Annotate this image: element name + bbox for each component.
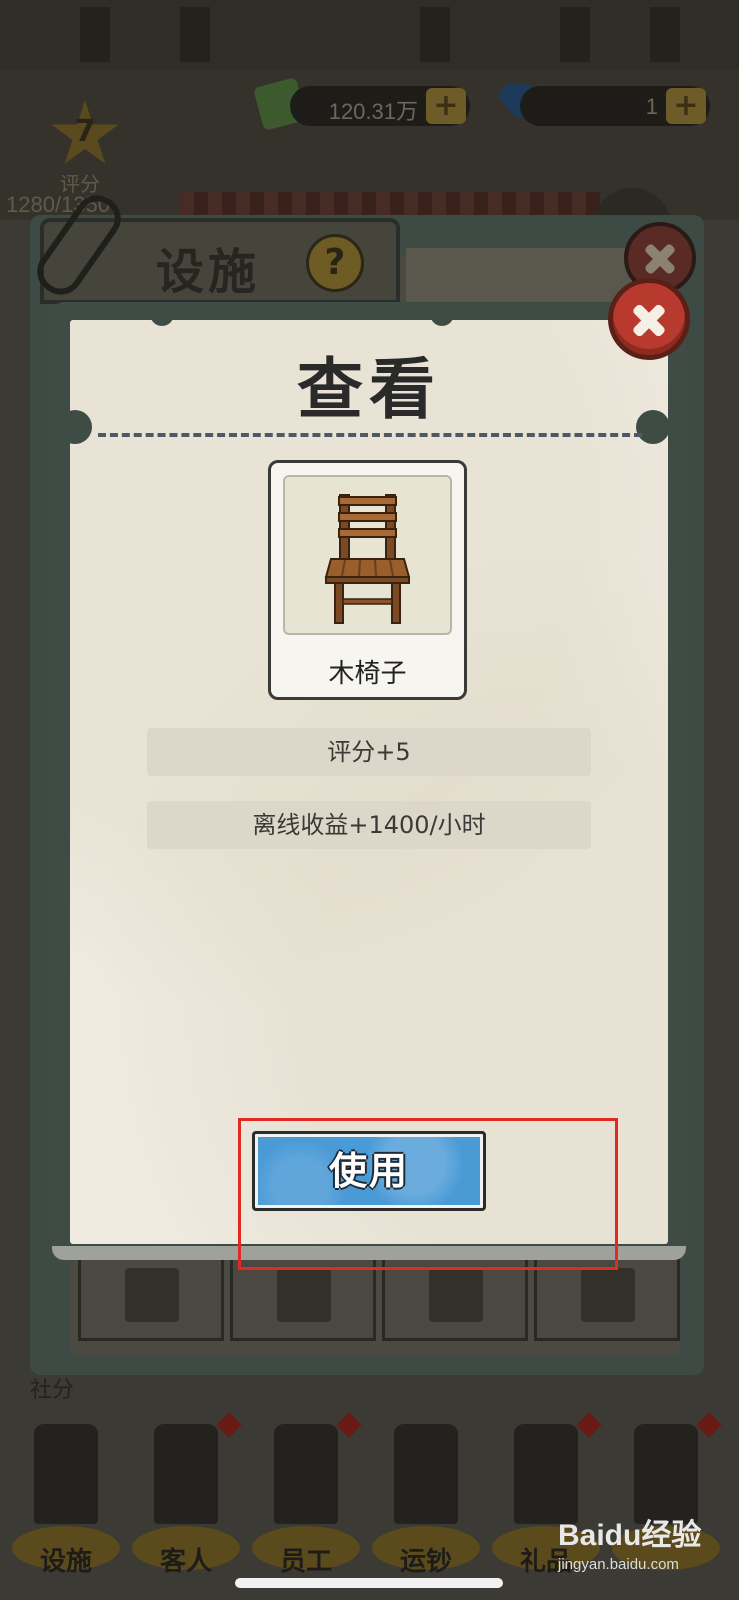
gift-bag-icon <box>514 1424 578 1524</box>
nav-label: 设施 <box>39 1547 92 1577</box>
nav-guests[interactable]: 客人 <box>126 1410 246 1580</box>
watermark: Baidu经验 jingyan.baidu.com <box>558 1510 701 1573</box>
computer-icon <box>277 1268 331 1322</box>
notification-dot <box>216 1412 242 1438</box>
facility-slot[interactable] <box>78 1255 224 1341</box>
money-value: 120.31万 <box>328 99 418 124</box>
phone-icon <box>125 1268 179 1322</box>
computer-icon <box>429 1268 483 1322</box>
background-top-decor <box>0 0 739 70</box>
facility-slot[interactable] <box>534 1255 680 1341</box>
title-divider <box>98 433 642 437</box>
view-dialog <box>70 320 668 1244</box>
safe-icon <box>394 1424 458 1524</box>
panel-sub-label: 社分 <box>30 1378 75 1403</box>
dialog-title: 查看 <box>297 351 441 428</box>
nav-label: 运钞 <box>399 1547 452 1577</box>
nav-cash-transport[interactable]: 运钞 <box>366 1410 486 1580</box>
home-indicator[interactable] <box>235 1578 503 1588</box>
facility-panel-title: 设施 <box>156 244 261 300</box>
card-icon <box>634 1424 698 1524</box>
nav-label: 员工 <box>279 1547 332 1577</box>
use-button-label: 使用 <box>328 1149 409 1193</box>
staff-icon <box>274 1424 338 1524</box>
facility-slot-row <box>78 1255 698 1345</box>
watermark-sub: jingyan.baidu.com <box>558 1556 679 1573</box>
paper-notch <box>430 302 454 326</box>
gem-value: 1 <box>645 94 658 119</box>
item-card: 木椅子 <box>268 460 467 700</box>
facility-icon <box>34 1424 98 1524</box>
watermark-main: Baidu经验 <box>558 1519 702 1552</box>
close-button[interactable] <box>608 278 690 360</box>
add-money-button[interactable]: + <box>426 88 466 124</box>
add-gem-button[interactable]: + <box>666 88 706 124</box>
use-button[interactable]: 使用 <box>252 1131 486 1211</box>
notification-dot <box>696 1412 722 1438</box>
computer-icon <box>581 1268 635 1322</box>
stat-rating: 评分+5 <box>147 728 591 776</box>
nav-label: 客人 <box>159 1547 212 1577</box>
notification-dot <box>336 1412 362 1438</box>
guest-icon <box>154 1424 218 1524</box>
wooden-chair-icon <box>324 494 411 624</box>
notification-dot <box>576 1412 602 1438</box>
paper-notch <box>150 302 174 326</box>
money-counter: 120.31万 + <box>290 86 470 126</box>
nav-facility[interactable]: 设施 <box>6 1410 126 1580</box>
facility-slot[interactable] <box>382 1255 528 1341</box>
help-button[interactable]: ? <box>306 234 364 292</box>
item-image-frame <box>283 475 452 635</box>
nav-staff[interactable]: 员工 <box>246 1410 366 1580</box>
gem-counter: 1 + <box>520 86 710 126</box>
stat-offline-income: 离线收益+1400/小时 <box>147 801 591 849</box>
level-number: 7 <box>74 114 96 149</box>
item-name: 木椅子 <box>328 659 407 689</box>
facility-slot[interactable] <box>230 1255 376 1341</box>
